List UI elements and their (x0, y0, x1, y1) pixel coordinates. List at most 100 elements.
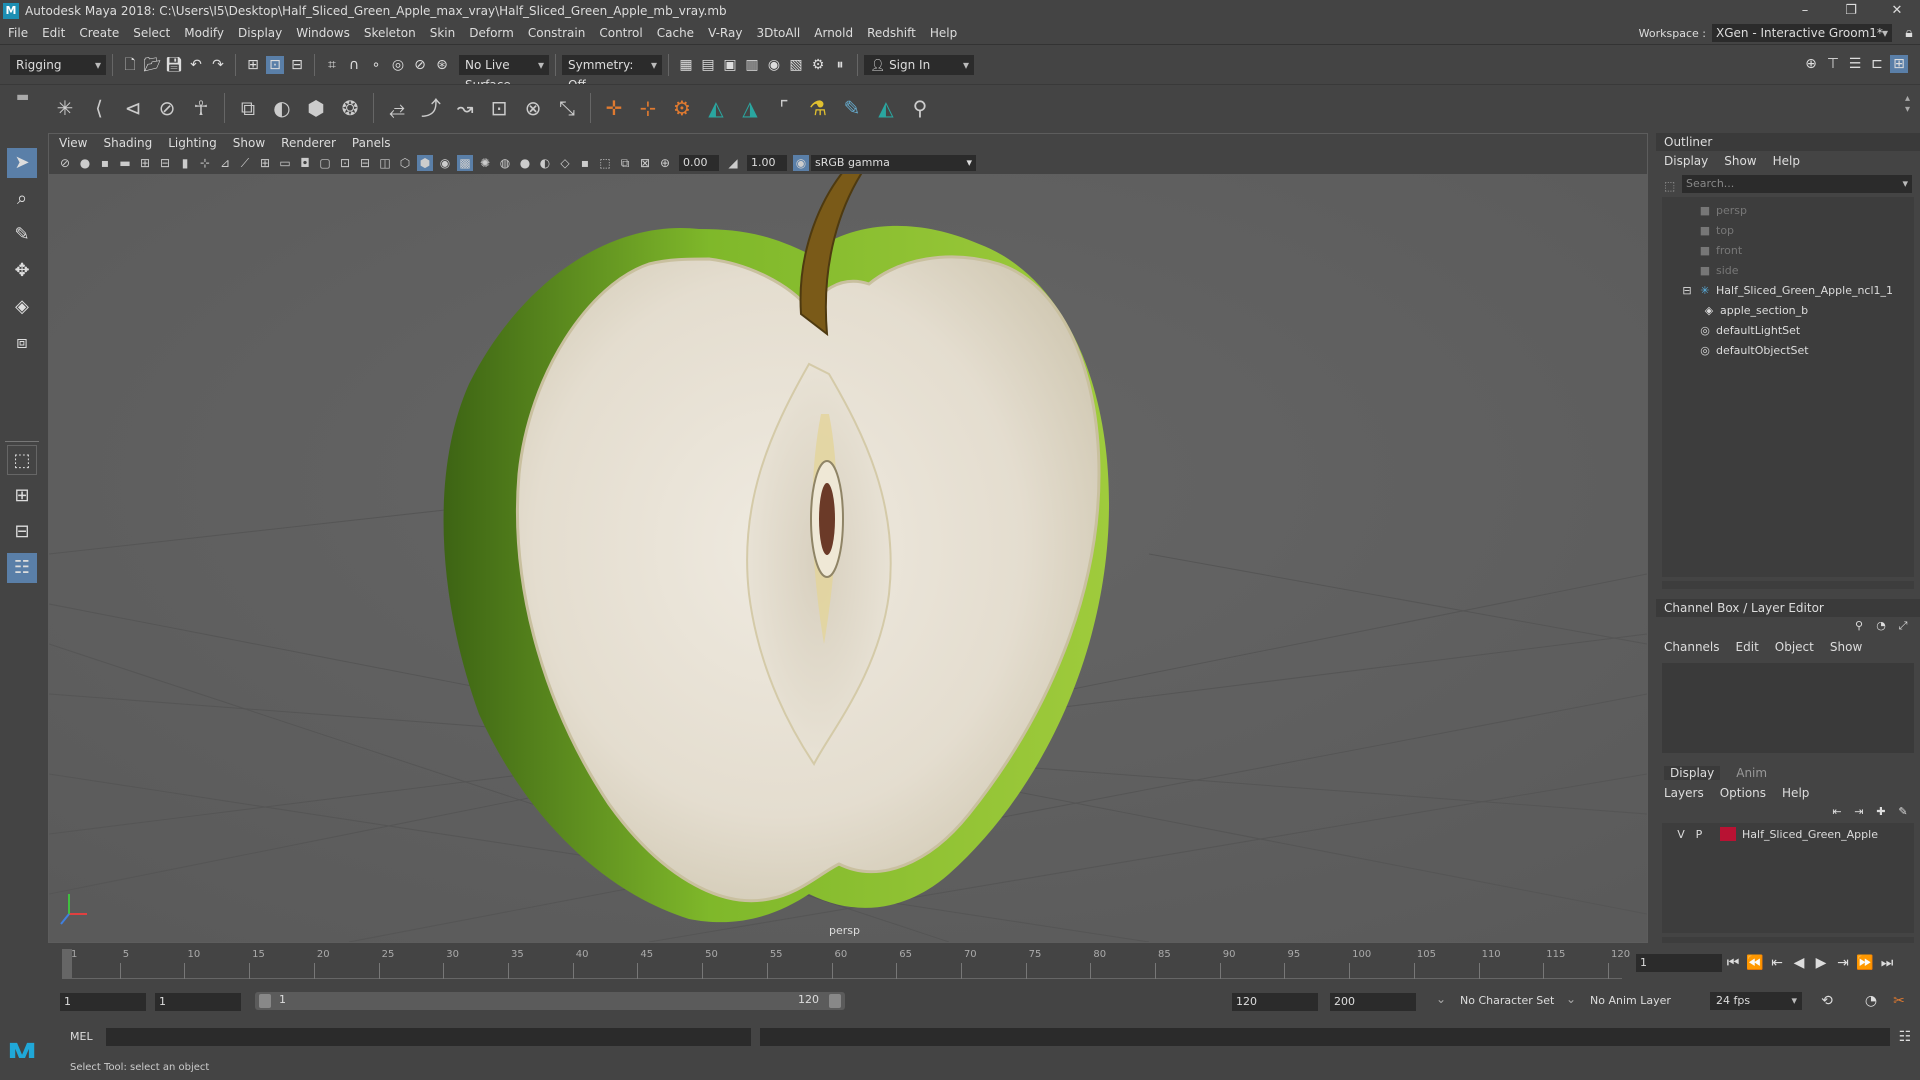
copy-weights-icon[interactable]: ⊗ (519, 94, 547, 122)
hud-icon[interactable]: ⬚ (597, 155, 613, 171)
command-input[interactable] (106, 1028, 751, 1046)
selection-highlight-icon[interactable]: ⧉ (617, 155, 633, 171)
textured-icon[interactable]: ⬡ (397, 155, 413, 171)
lasso-tool-icon[interactable]: ⌕ (7, 184, 37, 214)
viewport-menu-lighting[interactable]: Lighting (168, 136, 217, 150)
vray-render-icon[interactable]: ▧ (787, 56, 805, 74)
auto-key-icon[interactable]: ◔ (1862, 992, 1880, 1010)
outliner-menu-display[interactable]: Display (1664, 154, 1708, 168)
lock-icon[interactable]: 🔒︎ (1900, 24, 1918, 42)
symmetry-dropdown[interactable]: Symmetry: Off (562, 54, 662, 92)
viewport-menu-shading[interactable]: Shading (103, 136, 152, 150)
snap-surface-icon[interactable]: ⊘ (411, 56, 429, 74)
default-material-icon[interactable]: ◫ (377, 155, 393, 171)
layer-playback-toggle[interactable]: P (1690, 828, 1708, 841)
playback-end-field[interactable]: 120 (1232, 993, 1318, 1011)
layer-menu-layers[interactable]: Layers (1664, 786, 1704, 800)
isolate-select-icon[interactable]: ◐ (537, 155, 553, 171)
parent-constraint-icon[interactable]: ⊹ (634, 94, 662, 122)
menu-skin[interactable]: Skin (430, 26, 456, 40)
close-button[interactable]: ✕ (1874, 0, 1920, 22)
go-to-end-icon[interactable]: ⏭ (1878, 954, 1896, 972)
script-editor-icon[interactable]: ☷ (1896, 1028, 1914, 1046)
locator-icon[interactable]: ✛ (600, 94, 628, 122)
step-forward-key-icon[interactable]: ⇥ (1834, 954, 1852, 972)
menu-3dtoall[interactable]: 3DtoAll (756, 26, 800, 40)
menu-select[interactable]: Select (133, 26, 170, 40)
tab-anim[interactable]: Anim (1736, 766, 1767, 780)
outliner-layout-icon[interactable]: ☷ (7, 553, 37, 583)
menu-create[interactable]: Create (79, 26, 119, 40)
film-gate-icon[interactable]: ⊞ (137, 155, 153, 171)
hypershade-icon[interactable]: ◉ (765, 56, 783, 74)
minimize-button[interactable]: – (1782, 0, 1828, 22)
collapse-icon[interactable]: ⊟ (1680, 281, 1694, 301)
isolate-icon[interactable]: ▭ (277, 155, 293, 171)
layer-color-swatch[interactable] (1720, 827, 1736, 841)
tab-display[interactable]: Display (1664, 766, 1721, 780)
outliner-menu-help[interactable]: Help (1773, 154, 1800, 168)
menu-help[interactable]: Help (930, 26, 957, 40)
new-layer-icon[interactable]: ✚ (1872, 803, 1890, 821)
outliner-horizontal-scrollbar[interactable] (1662, 581, 1914, 589)
menu-constrain[interactable]: Constrain (528, 26, 586, 40)
backface-culling-icon[interactable]: ⊠ (637, 155, 653, 171)
ik-handle-icon[interactable]: ⟨ (85, 94, 113, 122)
tool-settings-icon[interactable]: ☰ (1846, 55, 1864, 73)
range-slider[interactable]: 1 120 (255, 992, 845, 1010)
joint-tool-icon[interactable]: ✳ (51, 94, 79, 122)
attribute-editor-icon[interactable]: ⊤ (1824, 55, 1842, 73)
play-forwards-icon[interactable]: ▶ (1812, 954, 1830, 972)
select-tool-icon[interactable]: ➤ (7, 148, 37, 178)
channelbox-key-icon[interactable]: ⚲ (1850, 617, 1868, 635)
menu-redshift[interactable]: Redshift (867, 26, 916, 40)
outliner-item-top[interactable]: ■ top (1662, 221, 1914, 241)
menu-arnold[interactable]: Arnold (814, 26, 853, 40)
animation-start-field[interactable]: 1 (60, 993, 146, 1011)
gamma-icon[interactable]: ◢ (725, 155, 741, 171)
snap-point-icon[interactable]: ∘ (367, 56, 385, 74)
outliner-item-apple-group[interactable]: ⊟ ✳ Half_Sliced_Green_Apple_ncl1_1 (1662, 281, 1914, 301)
snap-grid-icon[interactable]: ⌗ (323, 56, 341, 74)
current-frame-marker[interactable] (62, 949, 72, 979)
menu-windows[interactable]: Windows (296, 26, 350, 40)
menu-display[interactable]: Display (238, 26, 282, 40)
step-back-frame-icon[interactable]: ⏪ (1746, 954, 1764, 972)
scale-tool-icon[interactable]: ⧈ (7, 328, 37, 358)
current-frame-field[interactable]: 1 (1636, 954, 1722, 972)
ipr-render-icon[interactable]: ▣ (721, 56, 739, 74)
rotate-tool-icon[interactable]: ◈ (7, 292, 37, 322)
wireframe-icon[interactable]: ▢ (317, 155, 333, 171)
modeling-toolkit-icon[interactable]: ⊕ (1802, 55, 1820, 73)
step-forward-frame-icon[interactable]: ⏩ (1856, 954, 1874, 972)
wireframe-on-shaded-icon[interactable]: ⊟ (357, 155, 373, 171)
select-camera-icon[interactable]: ⊘ (57, 155, 73, 171)
playback-start-field[interactable]: 1 (155, 993, 241, 1011)
blend-shape-icon[interactable]: ✎ (838, 94, 866, 122)
multisample-aa-icon[interactable]: ◍ (497, 155, 513, 171)
pole-vector-icon[interactable]: ⚗ (804, 94, 832, 122)
depth-of-field-icon[interactable]: ● (517, 155, 533, 171)
move-layer-up-icon[interactable]: ⇤ (1828, 803, 1846, 821)
command-language-label[interactable]: MEL (70, 1030, 93, 1043)
sign-in-button[interactable]: 👤︎ Sign In (864, 54, 974, 75)
snap-live-icon[interactable]: ⊛ (433, 56, 451, 74)
snap-curve-icon[interactable]: ∩ (345, 56, 363, 74)
channelbox-settings-icon[interactable]: ⤢ (1894, 617, 1912, 635)
wire-icon[interactable]: ❂ (336, 94, 364, 122)
scale-constraint-icon[interactable]: ⌜ (770, 94, 798, 122)
outliner-filter-icon[interactable]: ⬚ (1664, 179, 1675, 193)
gate-mask-icon[interactable]: ▮ (177, 155, 193, 171)
animation-end-field[interactable]: 200 (1330, 993, 1416, 1011)
detach-skin-icon[interactable]: ⤡ (553, 94, 581, 122)
orient-joint-icon[interactable]: ⊘ (153, 94, 181, 122)
use-all-lights-icon[interactable]: ⬢ (417, 155, 433, 171)
layout-icon[interactable]: ⊞ (1890, 55, 1908, 73)
menu-deform[interactable]: Deform (469, 26, 514, 40)
outliner-menu-show[interactable]: Show (1724, 154, 1756, 168)
channelbox-sync-icon[interactable]: ◔ (1872, 617, 1890, 635)
vray-ipr-icon[interactable]: ⚙︎ (809, 56, 827, 74)
channel-box-toggle-icon[interactable]: ⊏ (1868, 55, 1886, 73)
image-plane-icon[interactable]: ▬ (117, 155, 133, 171)
viewport-menu-panels[interactable]: Panels (352, 136, 391, 150)
